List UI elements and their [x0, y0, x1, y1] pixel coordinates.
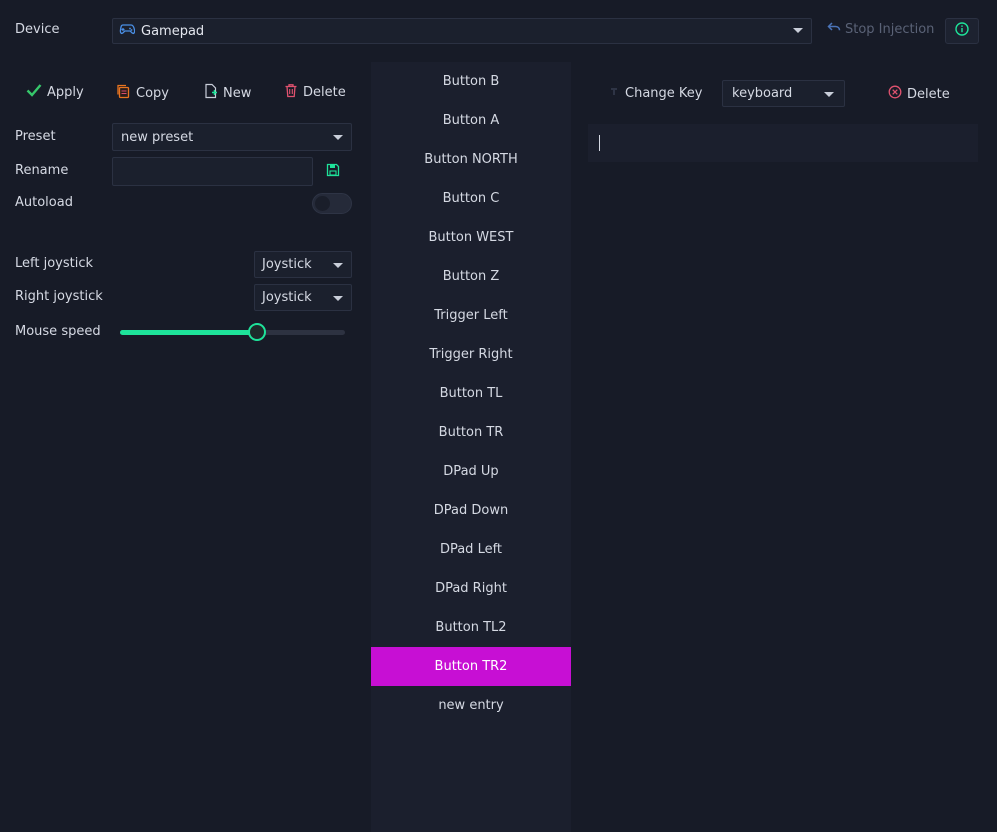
save-icon — [326, 163, 340, 181]
target-value: keyboard — [732, 86, 793, 101]
right-joystick-label: Right joystick — [15, 289, 103, 304]
chevron-down-icon — [333, 263, 343, 268]
device-name: Gamepad — [141, 23, 205, 39]
preset-label: Preset — [15, 129, 56, 144]
mouse-speed-slider-handle[interactable] — [248, 323, 266, 341]
apply-label: Apply — [47, 84, 84, 100]
mouse-speed-slider-fill — [120, 330, 257, 335]
gamepad-icon — [119, 22, 136, 40]
change-key-button[interactable]: Change Key — [608, 85, 702, 101]
mapping-editor[interactable] — [588, 124, 978, 162]
copy-button[interactable]: Copy — [115, 83, 169, 103]
mapping-list-item[interactable]: Button Z — [371, 257, 571, 296]
chevron-down-icon — [333, 296, 343, 301]
mapping-list-item[interactable]: Button NORTH — [371, 140, 571, 179]
left-joystick-select[interactable]: Joystick — [254, 251, 352, 278]
preset-select[interactable]: new preset — [112, 123, 352, 151]
mapping-list-item[interactable]: DPad Down — [371, 491, 571, 530]
chevron-down-icon — [333, 135, 343, 140]
undo-icon — [827, 21, 841, 38]
new-label: New — [223, 85, 252, 101]
autoload-label: Autoload — [15, 195, 73, 210]
mapping-list-item[interactable]: Button TR — [371, 413, 571, 452]
mapping-list-item[interactable]: Button TL — [371, 374, 571, 413]
info-icon — [955, 22, 969, 40]
mapping-list: Button B Button A Button NORTH Button C Butt… — [371, 62, 571, 832]
device-label: Device — [15, 22, 60, 37]
apply-button[interactable]: Apply — [26, 83, 84, 101]
save-button[interactable] — [326, 163, 340, 181]
mapping-list-item[interactable]: Trigger Right — [371, 335, 571, 374]
toggle-knob — [315, 196, 330, 211]
rename-input[interactable] — [112, 157, 313, 186]
copy-label: Copy — [136, 85, 169, 101]
preset-value: new preset — [121, 129, 194, 145]
mouse-speed-label: Mouse speed — [15, 324, 101, 339]
chevron-down-icon — [793, 28, 803, 33]
autoload-toggle[interactable] — [312, 193, 352, 214]
mapping-list-item[interactable]: Button C — [371, 179, 571, 218]
close-circle-icon — [888, 85, 902, 103]
record-icon — [608, 85, 620, 101]
rename-label: Rename — [15, 163, 69, 178]
delete-mapping-button[interactable]: Delete — [888, 85, 950, 103]
mapping-list-item[interactable]: DPad Up — [371, 452, 571, 491]
left-joystick-value: Joystick — [262, 257, 312, 272]
check-icon — [26, 83, 42, 101]
chevron-down-icon — [824, 92, 834, 97]
mapping-list-item[interactable]: new entry — [371, 686, 571, 725]
delete-preset-button[interactable]: Delete — [284, 83, 346, 102]
mapping-list-item[interactable]: Button TL2 — [371, 608, 571, 647]
mapping-list-item[interactable]: Button A — [371, 101, 571, 140]
target-select[interactable]: keyboard — [722, 80, 845, 107]
delete-label: Delete — [303, 85, 346, 100]
left-joystick-label: Left joystick — [15, 256, 94, 271]
stop-injection-label: Stop Injection — [845, 22, 935, 37]
mapping-list-item[interactable]: DPad Left — [371, 530, 571, 569]
new-button[interactable]: New — [204, 83, 251, 103]
mapping-list-item[interactable]: Trigger Left — [371, 296, 571, 335]
mapping-list-item[interactable]: Button WEST — [371, 218, 571, 257]
mapping-list-item[interactable]: Button TR2 — [371, 647, 571, 686]
new-file-icon — [204, 83, 218, 103]
info-button[interactable] — [945, 18, 979, 44]
right-joystick-select[interactable]: Joystick — [254, 284, 352, 311]
mapping-list-item[interactable]: DPad Right — [371, 569, 571, 608]
change-key-label: Change Key — [625, 85, 703, 101]
stop-injection-button[interactable]: Stop Injection — [827, 21, 934, 38]
trash-icon — [284, 83, 298, 102]
mapping-list-item[interactable]: Button B — [371, 62, 571, 101]
delete-mapping-label: Delete — [907, 86, 950, 102]
right-joystick-value: Joystick — [262, 290, 312, 305]
text-cursor — [599, 135, 600, 151]
copy-icon — [115, 83, 131, 103]
device-select[interactable]: Gamepad — [112, 18, 812, 44]
